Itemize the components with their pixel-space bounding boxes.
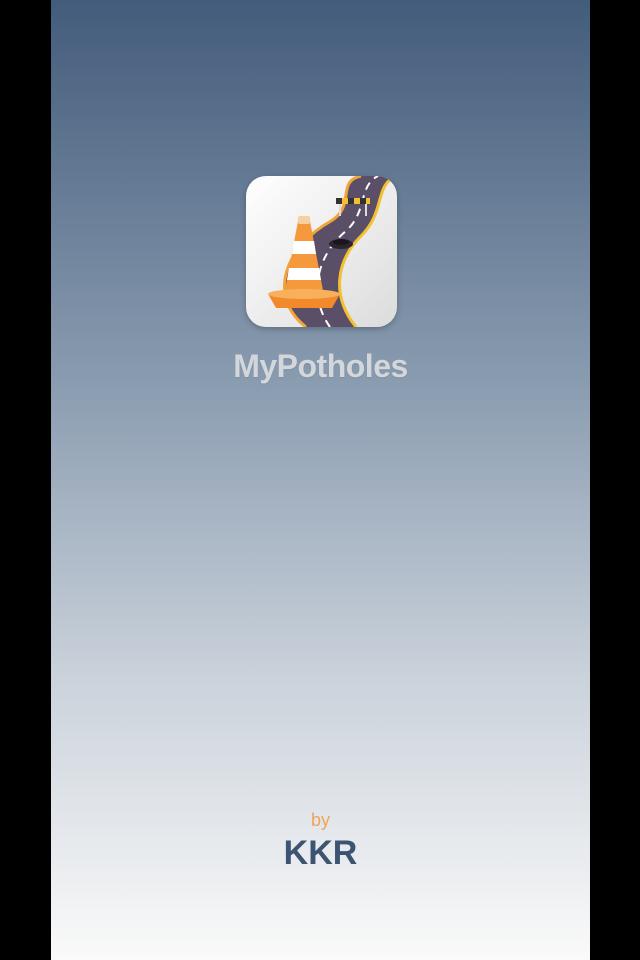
road-cone-pothole-icon (246, 176, 397, 327)
splash-screen: MyPotholes by KKR (51, 0, 590, 960)
company-name: KKR (283, 834, 358, 872)
app-title: MyPotholes (233, 348, 408, 384)
credit-by-label: by (310, 810, 330, 830)
